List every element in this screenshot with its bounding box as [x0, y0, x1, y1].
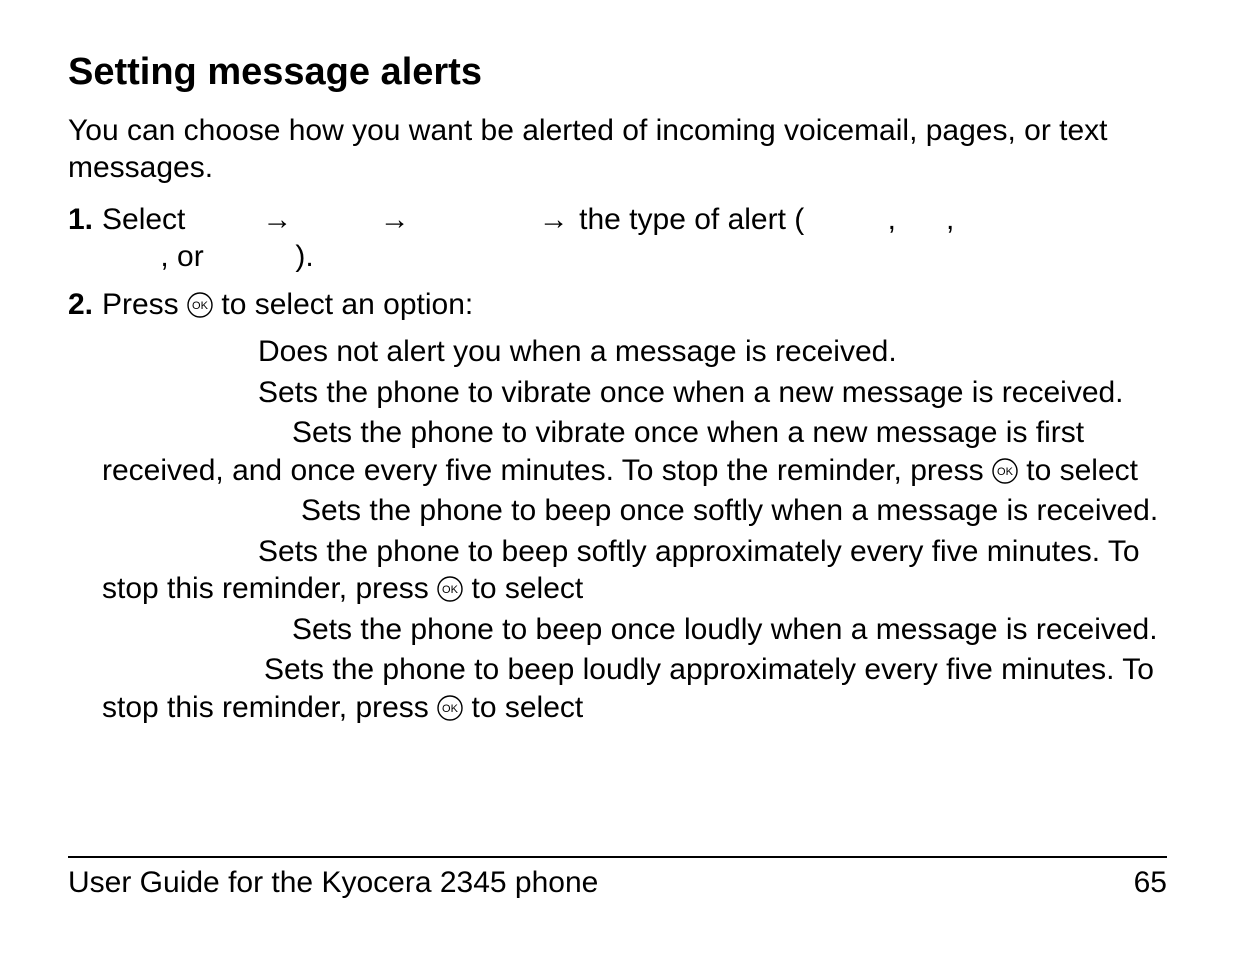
option-item: Does not alert you when a message is rec… — [102, 333, 1167, 371]
step-body: Select → → → the type of alert ( , , , o… — [102, 201, 1167, 276]
arrow-icon: → — [378, 203, 412, 236]
comma: , — [888, 203, 896, 236]
comma: , — [946, 203, 954, 236]
step-text: , or — [160, 240, 203, 273]
page-number: 65 — [1134, 866, 1167, 900]
option-item: Sets the phone to beep loudly approximat… — [102, 651, 1167, 726]
ok-button-icon: OK — [437, 695, 463, 721]
step-text: Press — [102, 288, 187, 321]
option-item: Sets the phone to beep once loudly when … — [102, 611, 1167, 649]
arrow-icon: → — [260, 203, 294, 236]
svg-text:OK: OK — [997, 466, 1014, 478]
step-body: Press OK to select an option: — [102, 286, 1167, 324]
step-text: ). — [295, 240, 313, 273]
option-text: to select — [472, 691, 584, 724]
ok-button-icon: OK — [187, 292, 213, 318]
step-2: 2. Press OK to select an option: — [68, 286, 1167, 324]
ok-button-icon: OK — [992, 458, 1018, 484]
step-text: Select — [102, 203, 194, 236]
step-text: the type of alert ( — [579, 203, 804, 236]
option-item: Sets the phone to beep once softly when … — [102, 492, 1167, 530]
document-page: Setting message alerts You can choose ho… — [0, 0, 1235, 954]
step-number: 1. — [68, 201, 102, 276]
page-footer: User Guide for the Kyocera 2345 phone 65 — [68, 856, 1167, 900]
option-item: Sets the phone to vibrate once when a ne… — [102, 414, 1167, 489]
option-text: Sets the phone to beep loudly approximat… — [102, 653, 1154, 724]
option-text: Sets the phone to beep softly approximat… — [102, 535, 1140, 606]
step-1: 1. Select → → → the type of alert ( , , — [68, 201, 1167, 276]
section-heading: Setting message alerts — [68, 50, 1167, 96]
option-item: Sets the phone to vibrate once when a ne… — [102, 374, 1167, 412]
ok-icon-label: OK — [192, 300, 209, 312]
option-text: to select — [472, 572, 584, 605]
intro-paragraph: You can choose how you want be alerted o… — [68, 112, 1167, 187]
svg-text:OK: OK — [442, 584, 459, 596]
step-number: 2. — [68, 286, 102, 324]
footer-title: User Guide for the Kyocera 2345 phone — [68, 866, 598, 900]
ok-button-icon: OK — [437, 576, 463, 602]
option-text: to select — [1026, 454, 1138, 487]
option-list: Does not alert you when a message is rec… — [102, 333, 1167, 726]
step-text: to select an option: — [221, 288, 473, 321]
option-item: Sets the phone to beep softly approximat… — [102, 533, 1167, 608]
option-text: Sets the phone to vibrate once when a ne… — [102, 416, 1084, 487]
svg-text:OK: OK — [442, 703, 459, 715]
step-list: 1. Select → → → the type of alert ( , , — [68, 201, 1167, 324]
arrow-icon: → — [537, 203, 571, 236]
